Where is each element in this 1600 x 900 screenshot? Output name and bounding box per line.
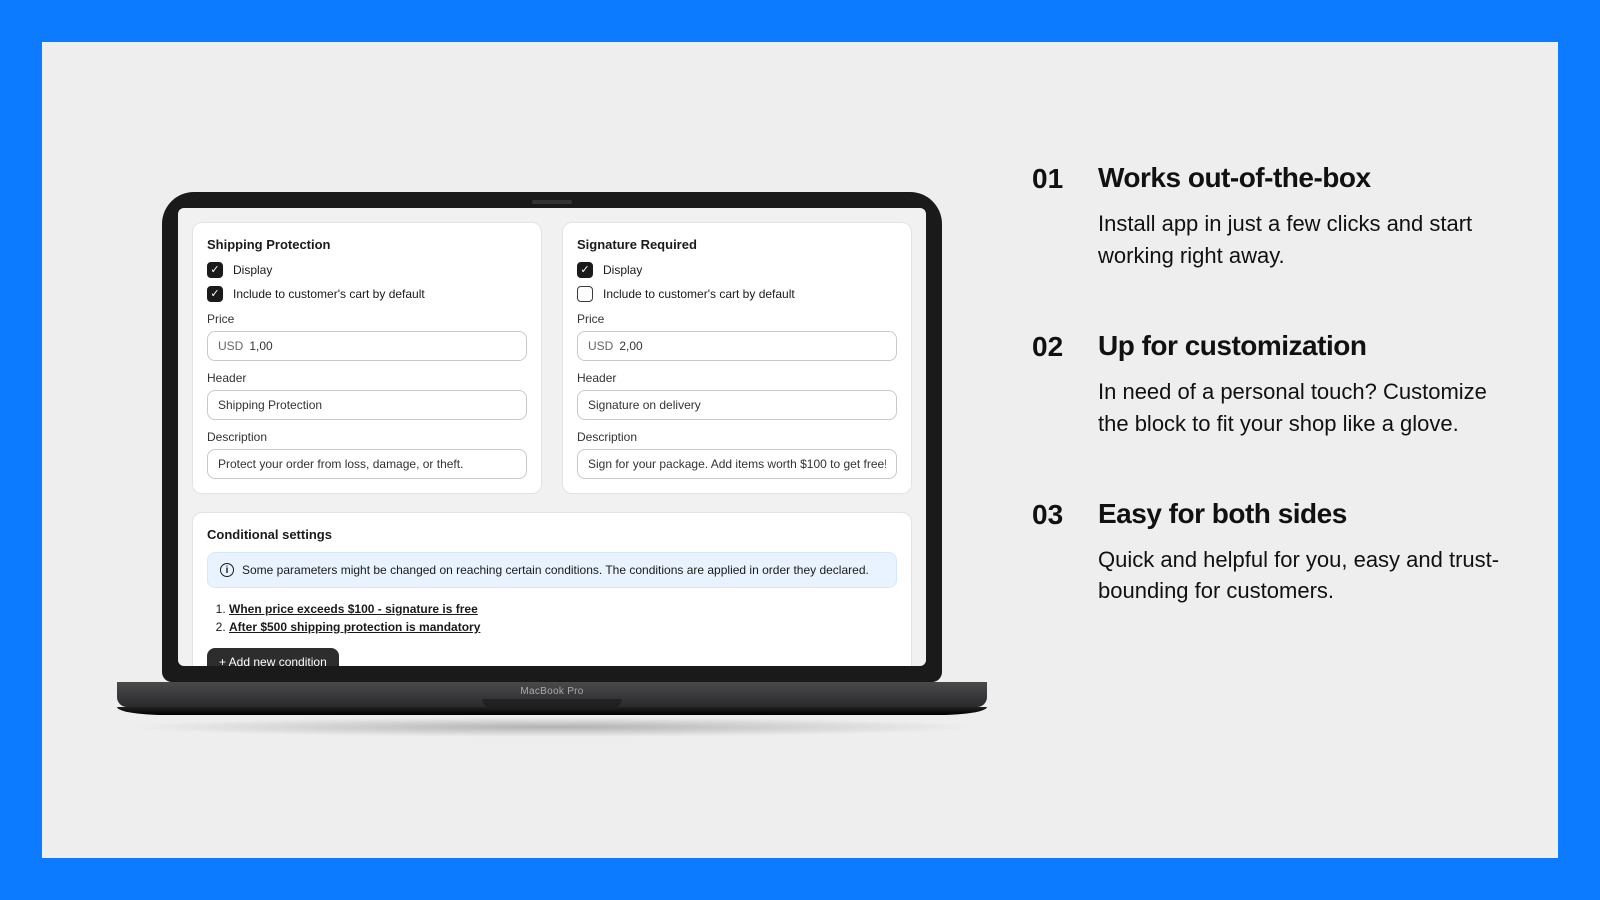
checkbox-icon: [207, 262, 223, 278]
laptop-base: [117, 682, 987, 707]
feature-description: Quick and helpful for you, easy and trus…: [1098, 544, 1508, 608]
description-label: Description: [577, 430, 897, 444]
condition-list: When price exceeds $100 - signature is f…: [229, 602, 897, 634]
feature-title: Up for customization: [1098, 330, 1508, 362]
feature-item: 03 Easy for both sides Quick and helpful…: [1032, 498, 1508, 608]
description-label: Description: [207, 430, 527, 444]
include-default-checkbox-row[interactable]: Include to customer's cart by default: [577, 286, 897, 302]
checkbox-icon: [577, 286, 593, 302]
description-input[interactable]: [207, 449, 527, 479]
currency-prefix: USD: [588, 339, 613, 353]
price-label: Price: [207, 312, 527, 326]
price-input[interactable]: USD 2,00: [577, 331, 897, 361]
feature-item: 02 Up for customization In need of a per…: [1032, 330, 1508, 440]
price-input[interactable]: USD 1,00: [207, 331, 527, 361]
header-input[interactable]: [207, 390, 527, 420]
price-label: Price: [577, 312, 897, 326]
feature-body: Works out-of-the-box Install app in just…: [1098, 162, 1508, 272]
camera-notch-icon: [532, 200, 572, 204]
card-title: Signature Required: [577, 237, 897, 252]
header-input[interactable]: [577, 390, 897, 420]
checkbox-label: Include to customer's cart by default: [603, 287, 795, 301]
checkbox-label: Include to customer's cart by default: [233, 287, 425, 301]
info-text: Some parameters might be changed on reac…: [242, 563, 869, 577]
checkbox-label: Display: [233, 263, 272, 277]
checkbox-icon: [207, 286, 223, 302]
feature-title: Works out-of-the-box: [1098, 162, 1508, 194]
laptop-shadow: [122, 717, 982, 737]
features-panel: 01 Works out-of-the-box Install app in j…: [1002, 42, 1558, 858]
info-icon: i: [220, 563, 234, 577]
conditional-settings-card: Conditional settings i Some parameters m…: [192, 512, 912, 666]
header-label: Header: [577, 371, 897, 385]
feature-body: Up for customization In need of a person…: [1098, 330, 1508, 440]
price-value: 2,00: [619, 339, 642, 353]
laptop-area: Shipping Protection Display Include to c…: [42, 42, 1002, 858]
feature-item: 01 Works out-of-the-box Install app in j…: [1032, 162, 1508, 272]
list-item: When price exceeds $100 - signature is f…: [229, 602, 897, 616]
feature-description: Install app in just a few clicks and sta…: [1098, 208, 1508, 272]
price-value: 1,00: [249, 339, 272, 353]
display-checkbox-row[interactable]: Display: [207, 262, 527, 278]
list-item: After $500 shipping protection is mandat…: [229, 620, 897, 634]
settings-row: Shipping Protection Display Include to c…: [192, 222, 912, 494]
feature-body: Easy for both sides Quick and helpful fo…: [1098, 498, 1508, 608]
checkbox-icon: [577, 262, 593, 278]
feature-number: 02: [1032, 330, 1076, 440]
add-condition-button[interactable]: + Add new condition: [207, 648, 339, 666]
feature-title: Easy for both sides: [1098, 498, 1508, 530]
app-screen: Shipping Protection Display Include to c…: [178, 208, 926, 666]
feature-number: 03: [1032, 498, 1076, 608]
currency-prefix: USD: [218, 339, 243, 353]
shipping-protection-card: Shipping Protection Display Include to c…: [192, 222, 542, 494]
display-checkbox-row[interactable]: Display: [577, 262, 897, 278]
include-default-checkbox-row[interactable]: Include to customer's cart by default: [207, 286, 527, 302]
description-input[interactable]: [577, 449, 897, 479]
card-title: Shipping Protection: [207, 237, 527, 252]
laptop-foot: [117, 707, 987, 715]
condition-link[interactable]: When price exceeds $100 - signature is f…: [229, 602, 478, 616]
header-label: Header: [207, 371, 527, 385]
laptop-lid: Shipping Protection Display Include to c…: [162, 192, 942, 682]
signature-required-card: Signature Required Display Include to cu…: [562, 222, 912, 494]
condition-link[interactable]: After $500 shipping protection is mandat…: [229, 620, 480, 634]
info-banner: i Some parameters might be changed on re…: [207, 552, 897, 588]
canvas: Shipping Protection Display Include to c…: [42, 42, 1558, 858]
feature-number: 01: [1032, 162, 1076, 272]
feature-description: In need of a personal touch? Customize t…: [1098, 376, 1508, 440]
laptop-frame: Shipping Protection Display Include to c…: [117, 192, 987, 737]
checkbox-label: Display: [603, 263, 642, 277]
card-title: Conditional settings: [207, 527, 897, 542]
